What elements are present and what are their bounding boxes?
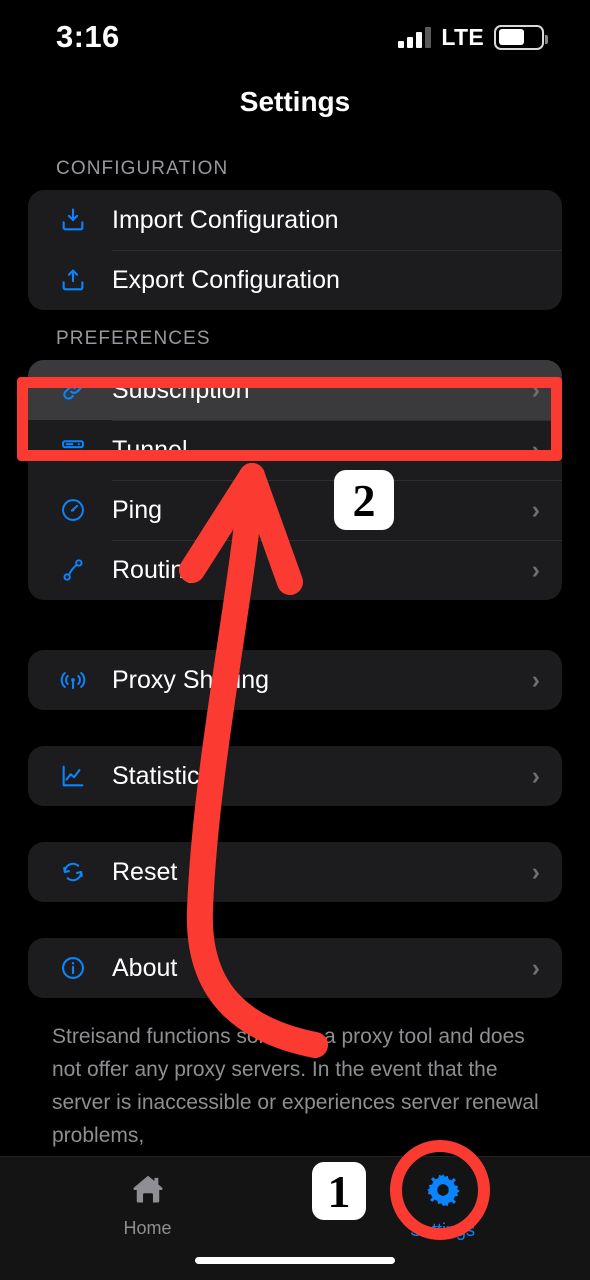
tab-settings-label: Settings [409,1220,476,1240]
network-type-label: LTE [441,23,484,50]
chevron-right-icon: › [531,857,540,886]
battery-icon [494,24,548,50]
link-chain-icon [56,373,90,407]
chart-line-icon [56,759,90,793]
tab-home-label: Home [123,1218,172,1238]
info-circle-icon [56,951,90,985]
route-nodes-icon [56,553,90,587]
refresh-circle-icon [56,855,90,889]
settings-row-subscription[interactable]: Subscription › [28,360,562,420]
settings-row-label: Ping [112,495,163,524]
settings-row-import-configuration[interactable]: Import Configuration [28,190,562,250]
speedometer-icon [56,493,90,527]
step-badge-1: 1 [312,1162,366,1220]
settings-list: CONFIGURATION Import Configuration Expor… [0,140,590,1152]
chevron-right-icon: › [531,495,540,524]
configuration-card: Import Configuration Export Configuratio… [28,190,562,310]
home-indicator [195,1257,395,1264]
settings-row-label: About [112,953,178,982]
settings-row-label: Reset [112,857,178,886]
chevron-right-icon: › [531,375,540,404]
settings-row-label: Tunnel [112,435,188,464]
phone-screen: 3:16 LTE Settings CONFIGURATION Import C… [0,0,590,1280]
gear-icon [424,1171,462,1214]
step-badge-2: 2 [334,470,394,530]
about-card: About › [28,938,562,998]
settings-row-label: Export Configuration [112,265,340,294]
settings-row-label: Statistics [112,761,213,790]
chevron-right-icon: › [531,761,540,790]
broadcast-icon [56,663,90,697]
chevron-right-icon: › [531,953,540,982]
preferences-card: Subscription › Tunnel › Ping › Routing › [28,360,562,600]
settings-row-export-configuration[interactable]: Export Configuration [28,250,562,310]
import-tray-icon [56,203,90,237]
settings-row-ping[interactable]: Ping › [28,480,562,540]
settings-row-label: Subscription [112,375,250,404]
chevron-right-icon: › [531,555,540,584]
settings-row-about[interactable]: About › [28,938,562,998]
settings-row-routing[interactable]: Routing › [28,540,562,600]
export-tray-icon [56,263,90,297]
status-bar: 3:16 LTE [0,0,590,74]
proxy-sharing-card: Proxy Sharing › [28,650,562,710]
footer-disclaimer: Streisand functions solely as a proxy to… [52,1025,539,1147]
reset-card: Reset › [28,842,562,902]
section-header-configuration: CONFIGURATION [56,158,229,179]
statistics-card: Statistics › [28,746,562,806]
chevron-right-icon: › [531,435,540,464]
settings-row-proxy-sharing[interactable]: Proxy Sharing › [28,650,562,710]
cellular-signal-icon [398,26,432,48]
server-rack-icon [56,433,90,467]
page-title: Settings [239,86,351,117]
settings-row-statistics[interactable]: Statistics › [28,746,562,806]
settings-row-reset[interactable]: Reset › [28,842,562,902]
settings-row-label: Proxy Sharing [112,665,270,694]
chevron-right-icon: › [531,665,540,694]
status-time: 3:16 [56,19,120,54]
section-header-preferences: PREFERENCES [56,328,211,349]
tab-home[interactable]: Home [0,1171,295,1239]
settings-row-label: Import Configuration [112,205,339,234]
home-icon [129,1171,167,1212]
settings-row-tunnel[interactable]: Tunnel › [28,420,562,480]
settings-row-label: Routing [112,555,199,584]
status-indicators: LTE [398,23,548,51]
